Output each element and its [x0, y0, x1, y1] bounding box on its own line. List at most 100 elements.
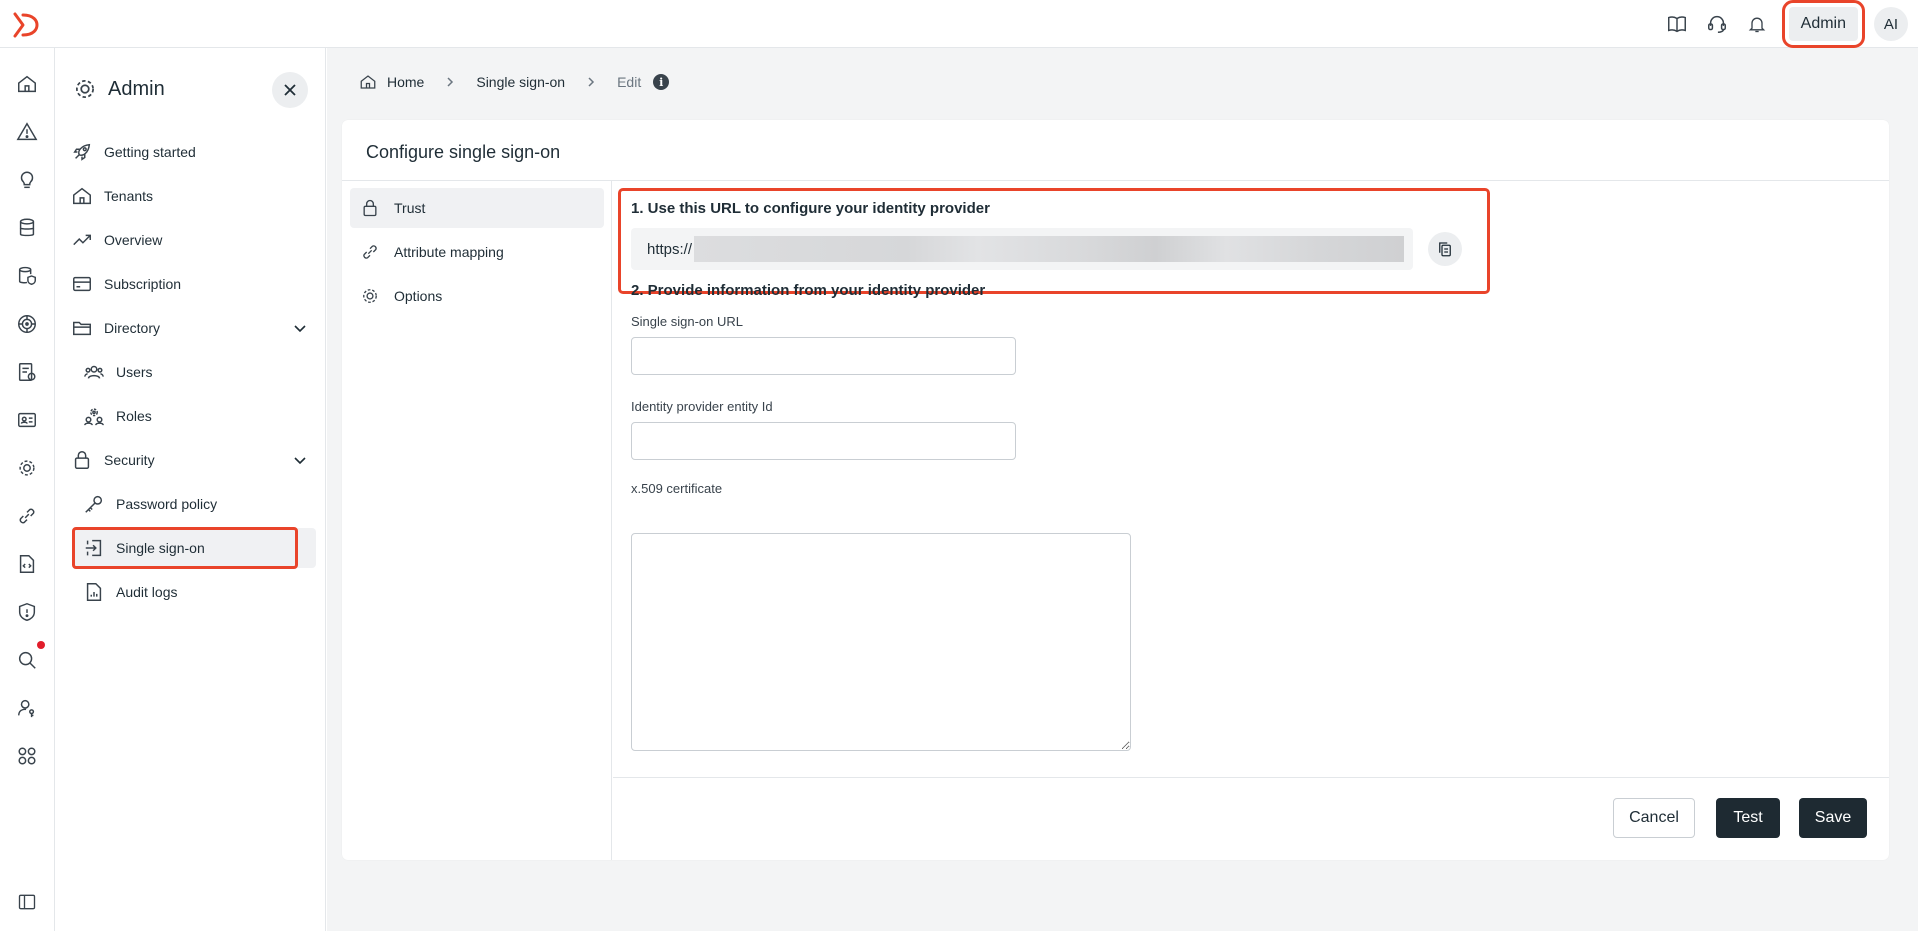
- redacted-url: [694, 236, 1405, 262]
- highlight-box: [72, 527, 298, 569]
- close-sidebar-button[interactable]: [272, 72, 308, 108]
- chevron-down-icon[interactable]: [292, 320, 308, 336]
- database-shield-icon[interactable]: [14, 263, 40, 289]
- sidebar-item-getting-started[interactable]: Getting started: [70, 132, 196, 172]
- product-logo[interactable]: [10, 10, 40, 40]
- main-area: Home Single sign-on Edit i Configure sin…: [327, 48, 1918, 931]
- sidebar-item-label: Getting started: [104, 144, 196, 160]
- sidebar-title: Admin: [108, 77, 165, 100]
- trend-icon: [70, 228, 94, 252]
- link-icon[interactable]: [14, 503, 40, 529]
- user-avatar[interactable]: AI: [1874, 7, 1908, 41]
- shield-icon[interactable]: [14, 599, 40, 625]
- rocket-icon: [70, 140, 94, 164]
- info-icon[interactable]: i: [653, 74, 670, 90]
- tab-label: Trust: [394, 200, 426, 216]
- folder-icon: [70, 316, 94, 340]
- book-icon[interactable]: [1657, 4, 1697, 44]
- tab-trust[interactable]: Trust: [350, 188, 604, 228]
- tab-options[interactable]: Options: [350, 276, 604, 316]
- link-icon: [358, 240, 382, 264]
- search-icon[interactable]: [14, 647, 40, 673]
- admin-sidebar: Admin Getting started Tenants Overview S…: [56, 48, 326, 931]
- certificate-label: x.509 certificate: [631, 481, 723, 496]
- panel-toggle-icon[interactable]: [14, 889, 40, 915]
- icon-rail: [0, 48, 55, 931]
- sidebar-item-label: Users: [116, 364, 153, 380]
- config-subnav: Trust Attribute mapping Options: [342, 181, 612, 860]
- roles-icon: [82, 404, 106, 428]
- gear-icon[interactable]: [14, 455, 40, 481]
- sidebar-item-label: Subscription: [104, 276, 182, 292]
- key-icon: [82, 492, 106, 516]
- divider: [613, 777, 1889, 778]
- home-icon[interactable]: [359, 73, 377, 91]
- step2-title: 2. Provide information from your identit…: [631, 282, 986, 299]
- chevron-down-icon[interactable]: [292, 452, 308, 468]
- sidebar-item-password-policy[interactable]: Password policy: [82, 484, 217, 524]
- gear-icon: [72, 76, 98, 102]
- entity-id-label: Identity provider entity Id: [631, 399, 773, 414]
- trust-panel: 1. Use this URL to configure your identi…: [613, 181, 1889, 860]
- step1-title: 1. Use this URL to configure your identi…: [631, 200, 990, 217]
- sidebar-item-roles[interactable]: Roles: [82, 396, 152, 436]
- sso-url-label: Single sign-on URL: [631, 314, 744, 329]
- user-key-icon[interactable]: [14, 695, 40, 721]
- cancel-button[interactable]: Cancel: [1613, 798, 1695, 838]
- copy-icon: [1436, 240, 1454, 258]
- breadcrumb-single-sign-on[interactable]: Single sign-on: [476, 74, 565, 90]
- breadcrumb-current: Edit: [617, 74, 642, 90]
- entity-id-input[interactable]: [631, 422, 1016, 460]
- headset-icon[interactable]: [1697, 4, 1737, 44]
- sidebar-item-overview[interactable]: Overview: [70, 220, 162, 260]
- breadcrumb-home[interactable]: Home: [387, 74, 424, 90]
- report-icon[interactable]: [14, 359, 40, 385]
- sidebar-item-subscription[interactable]: Subscription: [70, 264, 181, 304]
- database-icon[interactable]: [14, 215, 40, 241]
- sidebar-item-tenants[interactable]: Tenants: [70, 176, 153, 216]
- card-title: Configure single sign-on: [366, 142, 561, 162]
- sso-url-input[interactable]: [631, 337, 1016, 375]
- home-icon: [70, 184, 94, 208]
- sp-url-field[interactable]: https://: [631, 228, 1413, 270]
- sidebar-item-label: Tenants: [104, 188, 154, 204]
- sidebar-item-label: Password policy: [116, 496, 218, 512]
- sp-url-prefix: https://: [647, 240, 693, 258]
- top-bar: Admin AI: [0, 0, 1918, 48]
- save-button[interactable]: Save: [1799, 798, 1867, 838]
- modules-icon[interactable]: [14, 743, 40, 769]
- chevron-right-icon: [444, 76, 456, 88]
- lock-icon: [70, 448, 94, 472]
- credit-card-icon: [70, 272, 94, 296]
- breadcrumb: Home Single sign-on Edit i: [359, 72, 670, 92]
- sidebar-header: Admin: [72, 76, 165, 102]
- code-file-icon[interactable]: [14, 551, 40, 577]
- chevron-right-icon: [585, 76, 597, 88]
- sidebar-item-directory[interactable]: Directory: [70, 308, 160, 348]
- sidebar-item-audit-logs[interactable]: Audit logs: [82, 572, 177, 612]
- sidebar-item-label: Audit logs: [116, 584, 178, 600]
- test-button[interactable]: Test: [1716, 798, 1780, 838]
- bell-icon[interactable]: [1737, 4, 1777, 44]
- sidebar-item-security[interactable]: Security: [70, 440, 155, 480]
- lightbulb-icon[interactable]: [14, 167, 40, 193]
- file-chart-icon: [82, 580, 106, 604]
- tab-attribute-mapping[interactable]: Attribute mapping: [350, 232, 604, 272]
- gear-icon: [358, 284, 382, 308]
- admin-menu-button[interactable]: Admin: [1781, 0, 1866, 48]
- sidebar-item-label: Security: [104, 452, 155, 468]
- certificate-textarea[interactable]: [631, 533, 1131, 751]
- sidebar-item-label: Directory: [104, 320, 161, 336]
- sidebar-item-label: Overview: [104, 232, 163, 248]
- lock-icon: [358, 196, 382, 220]
- tab-label: Options: [394, 288, 443, 304]
- sidebar-item-label: Roles: [116, 408, 152, 424]
- id-card-icon[interactable]: [14, 407, 40, 433]
- copy-url-button[interactable]: [1428, 232, 1462, 266]
- home-icon[interactable]: [14, 71, 40, 97]
- tab-label: Attribute mapping: [394, 244, 504, 260]
- alert-icon[interactable]: [14, 119, 40, 145]
- radar-icon[interactable]: [14, 311, 40, 337]
- top-actions: Admin AI: [1657, 0, 1918, 48]
- sidebar-item-users[interactable]: Users: [82, 352, 153, 392]
